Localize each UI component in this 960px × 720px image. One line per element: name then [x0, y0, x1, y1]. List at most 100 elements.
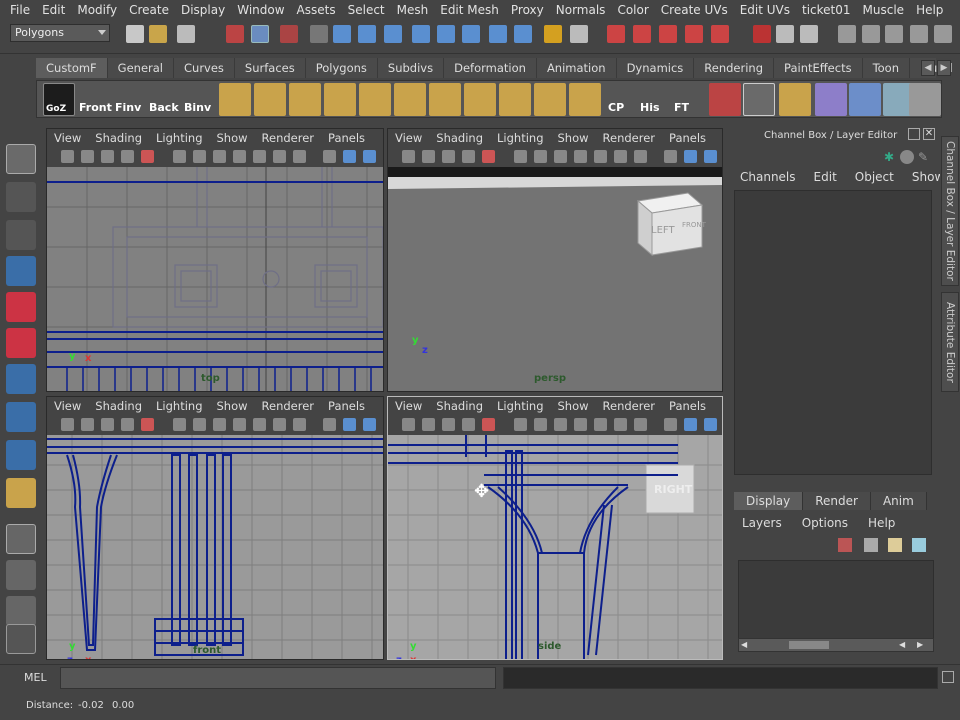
shelf-tab-curves[interactable]: Curves [174, 58, 235, 78]
his-button[interactable]: His [638, 83, 670, 116]
single-pane-layout-icon[interactable] [6, 524, 36, 554]
snap-grid-icon[interactable] [607, 25, 625, 43]
menu-set-dropdown[interactable]: Polygons [10, 24, 110, 42]
layer-editor-icon[interactable] [910, 25, 928, 43]
select-misc-icon[interactable] [462, 25, 480, 43]
select-vertices-icon[interactable] [333, 25, 351, 43]
move-tool-icon[interactable] [6, 256, 36, 286]
vp-menu-show[interactable]: Show [551, 131, 596, 145]
layer-list-scrollbar[interactable]: ◀ ◀ ▶ [738, 638, 934, 652]
wire-on-shaded-icon[interactable] [554, 418, 567, 431]
vp-menu-lighting[interactable]: Lighting [490, 399, 550, 413]
camera-attr-icon[interactable] [422, 150, 435, 163]
shelf-tab-painteffects[interactable]: PaintEffects [774, 58, 863, 78]
wire-on-shaded-icon[interactable] [554, 150, 567, 163]
side-tab-attribute-editor[interactable]: Attribute Editor [941, 292, 959, 392]
shelf-tab-surfaces[interactable]: Surfaces [235, 58, 306, 78]
poly-smooth-icon[interactable] [429, 83, 461, 116]
cb-menu-edit[interactable]: Edit [802, 170, 843, 184]
menu-edit-uvs[interactable]: Edit UVs [734, 3, 796, 17]
menu-modify[interactable]: Modify [71, 3, 123, 17]
le-menu-help[interactable]: Help [854, 516, 901, 530]
poly-extrude-icon[interactable] [254, 83, 286, 116]
vp-menu-panels[interactable]: Panels [321, 131, 372, 145]
rotate-tool-icon[interactable] [6, 292, 36, 322]
vp-menu-shading[interactable]: Shading [429, 131, 490, 145]
chevron-left-icon[interactable]: ◀ [921, 60, 935, 76]
xray-active-icon[interactable] [704, 418, 717, 431]
select-edges-icon[interactable] [358, 25, 376, 43]
menu-edit-mesh[interactable]: Edit Mesh [434, 3, 505, 17]
select-object-icon[interactable] [251, 25, 269, 43]
scale-tool-icon[interactable] [6, 328, 36, 358]
snap-live-icon[interactable] [711, 25, 729, 43]
lights-icon[interactable] [594, 150, 607, 163]
ft-button[interactable]: FT [672, 83, 704, 116]
pencil-icon[interactable]: ✎ [918, 150, 928, 164]
paint-select-icon[interactable] [6, 220, 36, 250]
uv-layout-icon[interactable] [779, 83, 811, 116]
bookmark-icon[interactable] [101, 418, 114, 431]
viewport-side-canvas[interactable]: RIGHT ✥ y z x side [388, 435, 722, 659]
image-plane-icon[interactable] [462, 418, 475, 431]
chevron-left-icon[interactable]: ◀ [741, 640, 747, 649]
sphere-icon[interactable] [900, 150, 914, 164]
menu-create[interactable]: Create [123, 3, 175, 17]
menu-assets[interactable]: Assets [291, 3, 342, 17]
layer-tab-display[interactable]: Display [734, 492, 804, 510]
close-icon[interactable]: ✕ [923, 128, 935, 140]
smooth-shade-icon[interactable] [534, 418, 547, 431]
grid-toggle-icon[interactable] [141, 418, 154, 431]
lights-icon[interactable] [253, 150, 266, 163]
panel-layout-icon[interactable] [934, 25, 952, 43]
textured-icon[interactable] [233, 418, 246, 431]
grid-toggle-icon[interactable] [141, 150, 154, 163]
poly-separate-icon[interactable] [499, 83, 531, 116]
layer-tab-anim[interactable]: Anim [870, 492, 927, 510]
vp-menu-view[interactable]: View [388, 131, 429, 145]
poly-append-icon[interactable] [569, 83, 601, 116]
wireframe-icon[interactable] [173, 418, 186, 431]
shelf-tab-deformation[interactable]: Deformation [444, 58, 537, 78]
mel-label[interactable]: MEL [24, 671, 47, 684]
menu-color[interactable]: Color [611, 3, 654, 17]
menu-file[interactable]: File [4, 3, 36, 17]
select-tool-icon[interactable] [6, 144, 36, 174]
soft-mod-icon[interactable] [6, 402, 36, 432]
smooth-shade-icon[interactable] [193, 150, 206, 163]
shelf-tab-animation[interactable]: Animation [537, 58, 617, 78]
vp-menu-lighting[interactable]: Lighting [149, 131, 209, 145]
four-pane-layout-icon[interactable] [6, 560, 36, 590]
transform-icon[interactable] [709, 83, 741, 116]
vp-menu-view[interactable]: View [47, 399, 88, 413]
bookmark-icon[interactable] [442, 150, 455, 163]
lights-icon[interactable] [253, 418, 266, 431]
menu-proxy[interactable]: Proxy [505, 3, 550, 17]
material-sphere-icon[interactable] [743, 83, 775, 116]
snap-curve-icon[interactable] [633, 25, 651, 43]
vp-menu-shading[interactable]: Shading [88, 131, 149, 145]
light-icon[interactable] [815, 83, 847, 116]
image-plane-icon[interactable] [121, 150, 134, 163]
camera-icon[interactable] [61, 418, 74, 431]
select-uvs-icon[interactable] [412, 25, 430, 43]
wireframe-icon[interactable] [514, 150, 527, 163]
camera-attr-icon[interactable] [422, 418, 435, 431]
viewport-persp-canvas[interactable]: LEFT FRONT y z persp [388, 167, 722, 391]
menu-display[interactable]: Display [175, 3, 231, 17]
mask-icon[interactable] [310, 25, 328, 43]
poly-wedge-icon[interactable] [394, 83, 426, 116]
vp-menu-show[interactable]: Show [551, 399, 596, 413]
menu-ticket01[interactable]: ticket01 [796, 3, 857, 17]
vp-menu-panels[interactable]: Panels [662, 399, 713, 413]
textured-icon[interactable] [574, 418, 587, 431]
snap-point-icon[interactable] [659, 25, 677, 43]
shelf-tab-rendering[interactable]: Rendering [694, 58, 775, 78]
float-panel-icon[interactable] [908, 128, 920, 140]
history-icon[interactable] [753, 25, 771, 43]
front-button[interactable]: Front [77, 83, 112, 116]
xray-icon[interactable] [293, 418, 306, 431]
chevron-right-icon[interactable]: ▶ [937, 60, 951, 76]
xray-active-icon[interactable] [704, 150, 717, 163]
menu-normals[interactable]: Normals [550, 3, 612, 17]
